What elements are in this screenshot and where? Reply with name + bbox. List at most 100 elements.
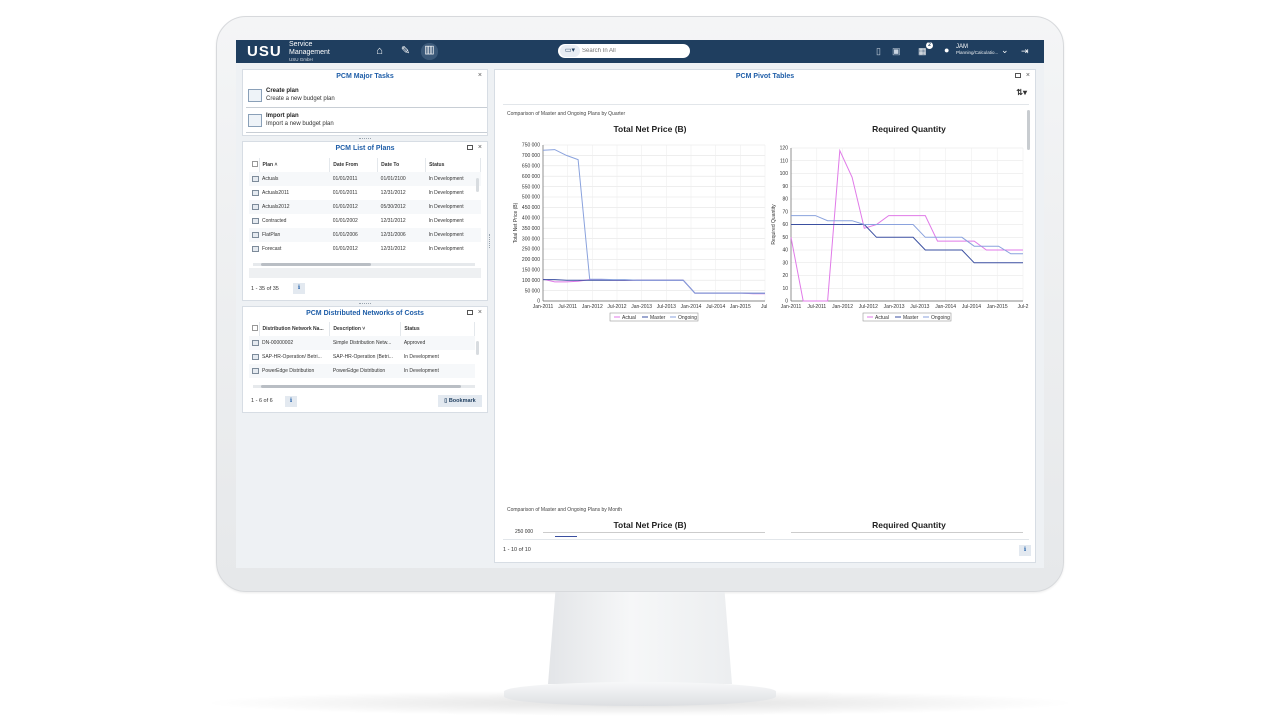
y-tick-label: 100 000 xyxy=(522,278,540,284)
chart3-series-stub xyxy=(555,536,577,537)
resize-handle[interactable] xyxy=(359,303,371,305)
task-create-plan[interactable]: Create plan Create a new budget plan xyxy=(246,85,487,108)
y-tick-label: 40 xyxy=(782,248,788,254)
search-input[interactable] xyxy=(582,46,686,56)
monitor-stand-base xyxy=(504,682,776,706)
user-role: Planning/Calculatio... xyxy=(956,50,999,55)
user-menu[interactable]: JAM Planning/Calculatio... xyxy=(956,44,998,56)
column-header[interactable]: Description ˅ xyxy=(329,322,402,336)
network-icon xyxy=(252,353,259,360)
x-tick-label: Jul-2013 xyxy=(657,304,676,310)
search-scope-dropdown[interactable]: ▭▾ xyxy=(560,45,580,57)
horizontal-scrollbar[interactable] xyxy=(253,263,475,266)
brand-line1: Service xyxy=(289,41,313,48)
pager-label: 1 - 6 of 6 xyxy=(251,398,273,404)
info-button[interactable]: ℹ xyxy=(293,283,305,294)
app-screen: USU Service Management USU GmbH ⌂ ✎ ▥ ▭▾… xyxy=(236,40,1044,568)
resize-handle[interactable] xyxy=(359,138,371,140)
column-header[interactable]: Distribution Network Na... xyxy=(259,322,331,336)
plans-panel: PCM List of Plans × Plan ˄ Date From Dat… xyxy=(242,141,488,301)
legend-label: Master xyxy=(903,315,919,321)
edit-icon[interactable]: ✎ xyxy=(398,44,413,59)
divider xyxy=(503,539,1029,540)
networks-panel: PCM Distributed Networks of Costs × Dist… xyxy=(242,306,488,413)
table-row[interactable]: Actuals 01/01/2011 01/01/2100 In Developmen… xyxy=(249,172,481,186)
maximize-icon[interactable] xyxy=(467,310,473,315)
legend-label: Actual xyxy=(622,315,636,321)
panel-splitter[interactable] xyxy=(489,234,492,248)
column-header[interactable]: Plan ˄ xyxy=(259,158,331,172)
task-name: Create plan xyxy=(266,88,299,94)
bookmark-button[interactable]: ▯ Bookmark xyxy=(438,395,482,407)
select-all-checkbox[interactable] xyxy=(249,158,260,172)
series-line-actual xyxy=(542,278,765,295)
vertical-scrollbar[interactable] xyxy=(476,341,479,355)
x-tick-label: Jul-2014 xyxy=(962,304,981,310)
chevron-down-icon[interactable]: ⌄ xyxy=(1001,45,1009,56)
network-icon xyxy=(252,339,259,346)
y-tick-label: 70 xyxy=(782,209,788,215)
info-button[interactable]: ℹ xyxy=(285,396,297,407)
y-tick-label: 200 000 xyxy=(522,257,540,263)
table-row[interactable]: Forecast 01/01/2012 12/31/2012 In Developme… xyxy=(249,242,481,256)
select-all-checkbox[interactable] xyxy=(249,322,260,336)
favorites-icon[interactable]: ▣ xyxy=(892,46,901,57)
notifications-icon[interactable]: ▦ xyxy=(918,46,927,57)
table-row[interactable]: DN-00000002 Simple Distribution Netw... Ap… xyxy=(249,336,475,350)
x-tick-label: Jan-2011 xyxy=(781,304,802,310)
y-tick-label: 100 xyxy=(780,171,789,177)
brand-line2: Management xyxy=(289,48,330,56)
x-tick-label: Jan-2013 xyxy=(884,304,905,310)
monitor-stand-neck xyxy=(548,592,732,684)
y-tick-label: 700 000 xyxy=(522,153,540,159)
chart-required-quantity: 0102030405060708090100110120Jan-2011 Jul-… xyxy=(771,146,1029,322)
close-icon[interactable]: × xyxy=(478,144,482,151)
sort-options-icon[interactable]: ⇅▾ xyxy=(1016,88,1027,97)
table-row[interactable]: SAP-HR-Operation/ Betri... SAP-HR-Operati… xyxy=(249,350,475,364)
table-row[interactable]: Actuals2011 01/01/2011 12/31/2012 In Develo… xyxy=(249,186,481,200)
network-icon xyxy=(252,367,259,374)
y-tick-label: 80 xyxy=(782,197,788,203)
legend-label: Master xyxy=(650,315,666,321)
plans-table: Plan ˄ Date From Date To Status Actuals 0… xyxy=(249,158,481,256)
vertical-scrollbar[interactable] xyxy=(476,178,479,192)
logout-icon[interactable]: ⇥ xyxy=(1021,46,1029,57)
close-icon[interactable]: × xyxy=(1026,72,1030,79)
top-navigation-bar: USU Service Management USU GmbH ⌂ ✎ ▥ ▭▾… xyxy=(236,40,1044,63)
y-tick-label: 300 000 xyxy=(522,236,540,242)
maximize-icon[interactable] xyxy=(467,145,473,150)
maximize-icon[interactable] xyxy=(1015,73,1021,78)
pager-label: 1 - 35 of 35 xyxy=(251,286,279,292)
networks-title: PCM Distributed Networks of Costs xyxy=(306,310,424,317)
pivot-title: PCM Pivot Tables xyxy=(735,73,795,80)
plan-icon xyxy=(252,203,259,210)
user-icon[interactable]: ● xyxy=(944,45,949,55)
close-icon[interactable]: × xyxy=(478,309,482,316)
close-icon[interactable]: × xyxy=(478,72,482,79)
column-header[interactable]: Date From xyxy=(329,158,379,172)
table-row[interactable]: PowerEdge Distribution PowerEdge Distribu… xyxy=(249,364,475,378)
series-line-master xyxy=(791,224,1023,264)
info-button[interactable]: ℹ xyxy=(1019,545,1031,556)
bookmark-icon[interactable]: ▯ xyxy=(876,46,881,57)
column-header[interactable]: Status xyxy=(400,322,475,336)
y-tick-label: 150 000 xyxy=(522,268,540,274)
horizontal-scrollbar[interactable] xyxy=(253,385,475,388)
table-header: Plan ˄ Date From Date To Status xyxy=(249,158,481,172)
notification-badge: 2 xyxy=(926,42,933,49)
table-row[interactable]: Contracted 01/01/2002 12/31/2012 In Develop… xyxy=(249,214,481,228)
home-icon[interactable]: ⌂ xyxy=(372,44,387,59)
x-tick-label: Jul-2012 xyxy=(859,304,878,310)
plan-icon xyxy=(252,231,259,238)
x-tick-label: Jan-2015 xyxy=(987,304,1008,310)
task-import-plan[interactable]: Import plan Import a new budget plan xyxy=(246,110,487,133)
networks-table: Distribution Network Na... Description ˅… xyxy=(249,322,475,378)
y-axis-label: Required Quantity xyxy=(771,204,777,245)
dashboard-icon[interactable]: ▥ xyxy=(421,43,438,60)
column-header[interactable]: Status xyxy=(425,158,481,172)
column-header[interactable]: Date To xyxy=(377,158,427,172)
x-tick-label: Jul-2014 xyxy=(706,304,725,310)
table-row[interactable]: Actuals2012 01/01/2012 05/30/2012 In Develo… xyxy=(249,200,481,214)
y-tick-label: 250 000 xyxy=(522,247,540,253)
table-row[interactable]: FlatPlan 01/01/2006 12/31/2006 In Developme… xyxy=(249,228,481,242)
